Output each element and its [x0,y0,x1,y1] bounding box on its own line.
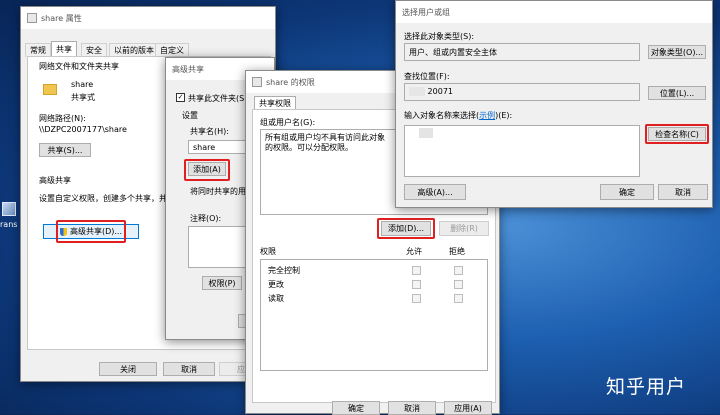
share-folder-checkbox[interactable]: ✓ [176,93,185,102]
comment-label: 注释(O): [190,214,222,223]
location-value: 20071 [427,87,453,96]
tab-customize[interactable]: 自定义 [155,43,189,57]
select-users-window: 选择用户或组 选择此对象类型(S): 用户、组或内置安全主体 对象类型(O)..… [395,0,713,208]
share-name-label: 共享名(H): [190,127,229,136]
deny-header: 拒绝 [449,247,465,256]
close-button[interactable]: 关闭 [99,362,157,376]
tab-sharing[interactable]: 共享 [51,41,77,57]
highlight-add-share [184,159,230,181]
folder-icon [252,77,262,87]
share-button[interactable]: 共享(S)... [39,143,91,157]
allow-change-checkbox[interactable] [412,280,421,289]
object-name-redacted [419,128,433,138]
enter-names-label-b: )(E): [495,111,513,120]
app-icon [2,202,16,216]
object-type-label: 选择此对象类型(S): [404,32,475,41]
share-name-value: share [193,143,216,152]
desktop-icon-label: rans [0,220,18,229]
object-type-value: 用户、组或内置安全主体 [409,48,497,57]
select-users-title: 选择用户或组 [402,7,450,17]
permissions-label: 权限 [260,247,276,256]
select-ok-button[interactable]: 确定 [600,184,654,200]
properties-titlebar[interactable]: share 属性 [21,7,275,29]
tab-general[interactable]: 常规 [25,43,51,57]
remove-button[interactable]: 删除(R) [439,221,489,236]
share-type: 共享式 [71,93,95,102]
folder-icon [27,13,37,23]
ok-button[interactable]: 确定 [332,401,380,415]
permissions-title: share 的权限 [266,77,315,87]
allow-header: 允许 [406,247,422,256]
allow-read-checkbox[interactable] [412,294,421,303]
enter-names-label: 输入对象名称来选择(示例)(E): [404,110,512,121]
desktop-icon[interactable]: rans [0,200,22,236]
watermark: 知乎用户 [606,376,687,398]
network-share-section: 网络文件和文件夹共享 [39,62,119,71]
location-redacted [409,87,425,96]
perm-apply-button[interactable]: 应用(A) [444,401,492,415]
examples-link[interactable]: 示例 [479,111,495,120]
properties-title: share 属性 [41,13,82,23]
settings-label: 设置 [182,111,198,120]
tab-previous-versions[interactable]: 以前的版本 [109,43,159,57]
perm-row-change: 更改 [268,280,284,289]
network-path-value: \\DZPC2007177\share [39,125,127,134]
select-users-titlebar[interactable]: 选择用户或组 [396,1,712,23]
cancel-button[interactable]: 取消 [163,362,215,376]
select-cancel-button[interactable]: 取消 [658,184,708,200]
locations-button[interactable]: 位置(L)... [648,86,706,100]
group-user-label: 组或用户名(G): [260,118,316,127]
perm-row-read: 读取 [268,294,284,303]
shared-folder-icon [43,84,57,95]
perm-cancel-button[interactable]: 取消 [388,401,436,415]
highlight-check-names [645,124,709,144]
permissions-button[interactable]: 权限(P) [202,276,242,290]
tab-share-permissions[interactable]: 共享权限 [254,96,296,110]
allow-full-control-checkbox[interactable] [412,266,421,275]
network-path-label: 网络路径(N): [39,114,86,123]
no-permission-text: 所有组或用户均不具有访问此对象的权限。可以分配权限。 [265,133,385,152]
location-field: 20071 [404,83,640,101]
advanced-sharing-title: 高级共享 [172,64,204,74]
select-advanced-button[interactable]: 高级(A)... [404,184,466,200]
object-type-field: 用户、组或内置安全主体 [404,43,640,61]
deny-read-checkbox[interactable] [454,294,463,303]
share-name: share [71,80,94,89]
deny-change-checkbox[interactable] [454,280,463,289]
object-types-button[interactable]: 对象类型(O)... [648,45,706,59]
tab-security[interactable]: 安全 [81,43,107,57]
location-label: 查找位置(F): [404,72,450,81]
deny-full-control-checkbox[interactable] [454,266,463,275]
share-folder-label: 共享此文件夹(S) [188,94,248,103]
highlight-add-user [377,218,435,239]
perm-row-full-control: 完全控制 [268,266,300,275]
advanced-sharing-section: 高级共享 [39,176,71,185]
advanced-sharing-desc: 设置自定义权限，创建多个共享，并设 [39,194,175,203]
object-names-input[interactable] [404,125,640,177]
highlight-advanced-sharing [56,220,126,243]
enter-names-label-a: 输入对象名称来选择( [404,111,480,120]
